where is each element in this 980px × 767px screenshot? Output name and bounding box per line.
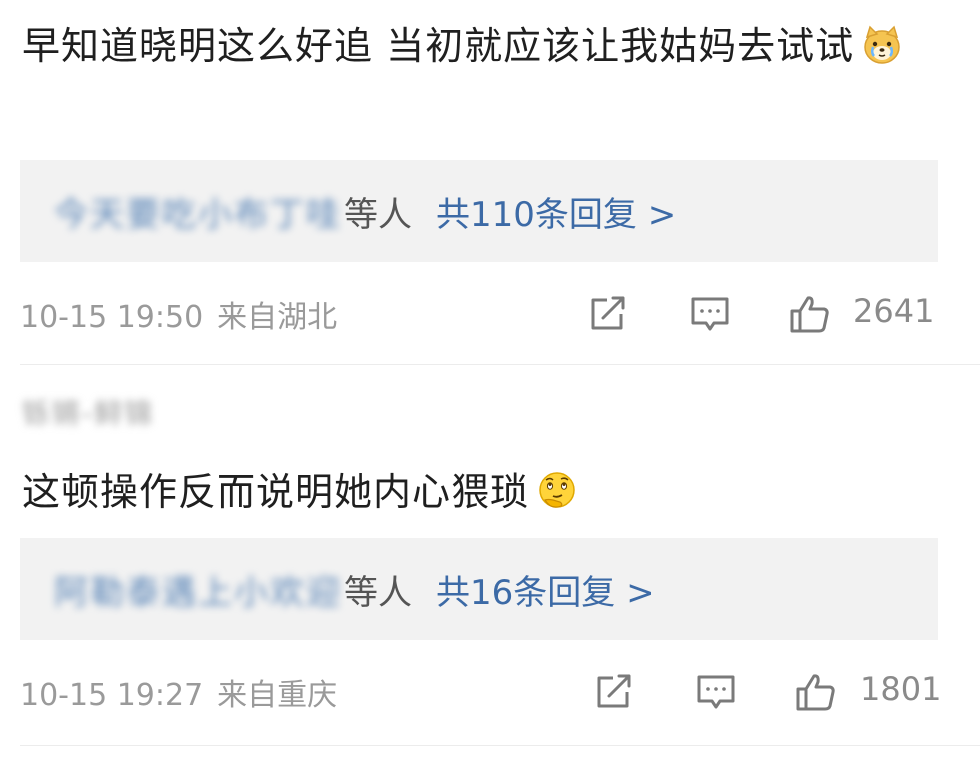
comment-divider xyxy=(20,745,980,746)
comment-meta-text: 10-15 19:27 来自重庆 xyxy=(20,670,337,714)
comment-location: 来自湖北 xyxy=(217,300,338,335)
reply-suffix: 等人 xyxy=(344,572,412,613)
comment-time: 10-15 19:50 xyxy=(20,300,204,335)
repost-icon[interactable] xyxy=(593,672,635,712)
comment-text: 这顿操作反而说明她内心猥琐 xyxy=(22,458,922,526)
thumbs-up-icon[interactable] xyxy=(795,672,837,712)
comment-item: 铄锵-鲟锦 这顿操作反而说明她内心猥琐 阿勒泰遇上小欢迎 等人 共16条回复 >… xyxy=(0,364,980,767)
comment-text-content: 早知道晓明这么好追 当初就应该让我姑妈去试试 xyxy=(22,24,855,68)
view-replies-link[interactable]: 共110条回复 > xyxy=(436,187,676,236)
like-count: 2641 xyxy=(853,292,935,330)
like-count: 1801 xyxy=(860,670,942,708)
comment-location: 来自重庆 xyxy=(217,678,338,713)
comment-icon[interactable] xyxy=(695,672,737,712)
thumbs-up-icon[interactable] xyxy=(789,294,831,334)
reply-preview[interactable]: 阿勒泰遇上小欢迎 等人 共16条回复 > xyxy=(20,538,938,640)
comment-time: 10-15 19:27 xyxy=(20,678,204,713)
repost-icon[interactable] xyxy=(587,294,629,334)
reply-user-names: 今天要吃小布丁哇 xyxy=(54,194,342,235)
reply-preview[interactable]: 今天要吃小布丁哇 等人 共110条回复 > xyxy=(20,160,938,262)
comment-text: 早知道晓明这么好追 当初就应该让我姑妈去试试 xyxy=(22,12,922,80)
comment-meta-text: 10-15 19:50 来自湖北 xyxy=(20,292,337,336)
comment-text-content: 这顿操作反而说明她内心猥琐 xyxy=(22,470,530,514)
comment-meta: 10-15 19:50 来自湖北 2641 xyxy=(20,288,940,338)
view-replies-link[interactable]: 共16条回复 > xyxy=(436,565,655,614)
comment-icon[interactable] xyxy=(689,294,731,334)
comment-username[interactable]: 铄锵-鲟锦 xyxy=(22,394,154,434)
comment-meta: 10-15 19:27 来自重庆 1801 xyxy=(20,666,942,716)
reply-suffix: 等人 xyxy=(344,194,412,235)
reply-user-names: 阿勒泰遇上小欢迎 xyxy=(54,572,342,613)
thinking-face-emoji-icon xyxy=(535,466,579,510)
crying-dog-emoji-icon xyxy=(860,20,904,64)
comment-item: 早知道晓明这么好追 当初就应该让我姑妈去试试 今天要吃小布丁哇 等人 共110条… xyxy=(0,0,980,364)
